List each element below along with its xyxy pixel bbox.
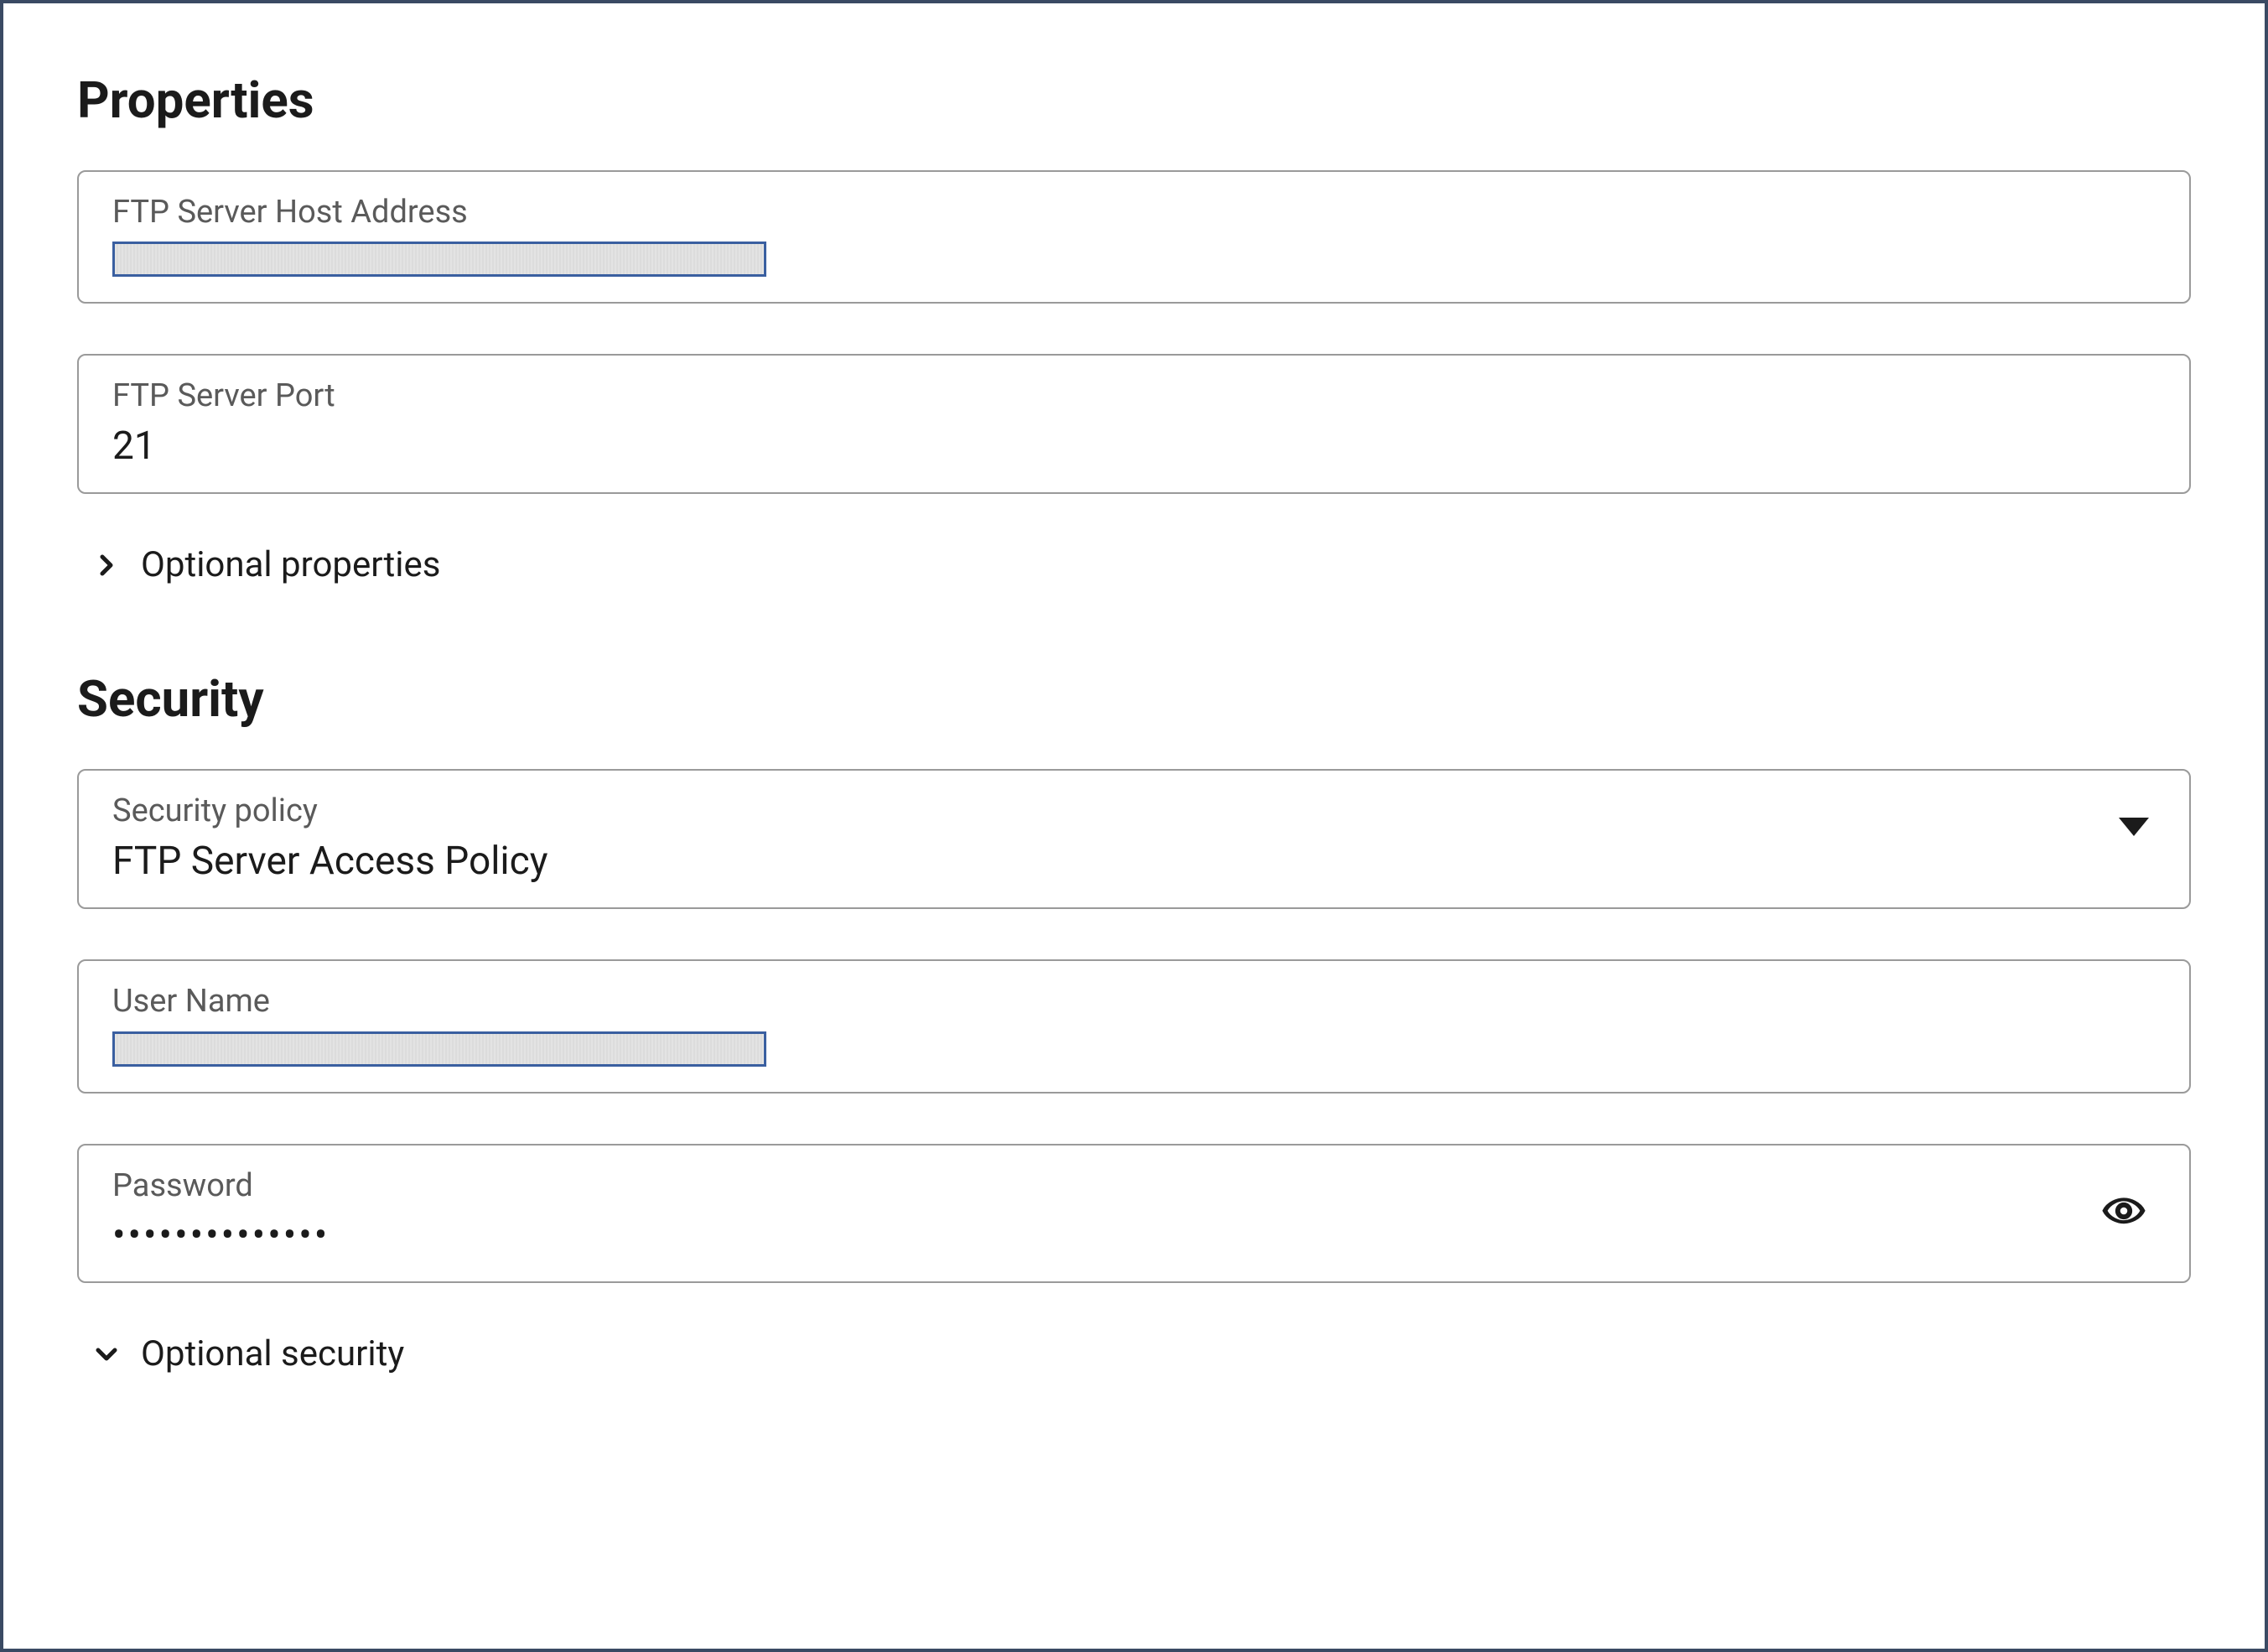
security-policy-label: Security policy — [112, 791, 2119, 832]
user-name-input[interactable] — [112, 1031, 766, 1067]
ftp-port-field[interactable]: FTP Server Port 21 — [77, 354, 2191, 494]
eye-icon — [2101, 1188, 2146, 1237]
optional-security-label: Optional security — [141, 1333, 404, 1374]
ftp-host-label: FTP Server Host Address — [112, 192, 2156, 233]
password-input[interactable]: •••••••••••••• — [112, 1212, 2099, 1260]
ftp-port-label: FTP Server Port — [112, 376, 2156, 417]
properties-heading: Properties — [77, 70, 2191, 130]
security-policy-select[interactable]: Security policy FTP Server Access Policy — [77, 769, 2191, 909]
optional-properties-toggle[interactable]: Optional properties — [94, 544, 2191, 585]
password-field[interactable]: Password •••••••••••••• — [77, 1144, 2191, 1284]
optional-security-toggle[interactable]: Optional security — [94, 1333, 2191, 1374]
show-password-button[interactable] — [2099, 1187, 2149, 1238]
chevron-right-icon — [94, 553, 119, 578]
optional-properties-label: Optional properties — [141, 544, 440, 585]
user-name-field[interactable]: User Name — [77, 959, 2191, 1093]
security-heading: Security — [77, 669, 2191, 729]
password-label: Password — [112, 1166, 2099, 1207]
ftp-port-input[interactable]: 21 — [112, 423, 2156, 471]
dropdown-caret-icon — [2119, 818, 2149, 836]
user-name-label: User Name — [112, 981, 2156, 1022]
chevron-down-icon — [94, 1342, 119, 1367]
ftp-host-field[interactable]: FTP Server Host Address — [77, 170, 2191, 304]
ftp-host-input[interactable] — [112, 242, 766, 277]
security-policy-value: FTP Server Access Policy — [112, 838, 2119, 886]
